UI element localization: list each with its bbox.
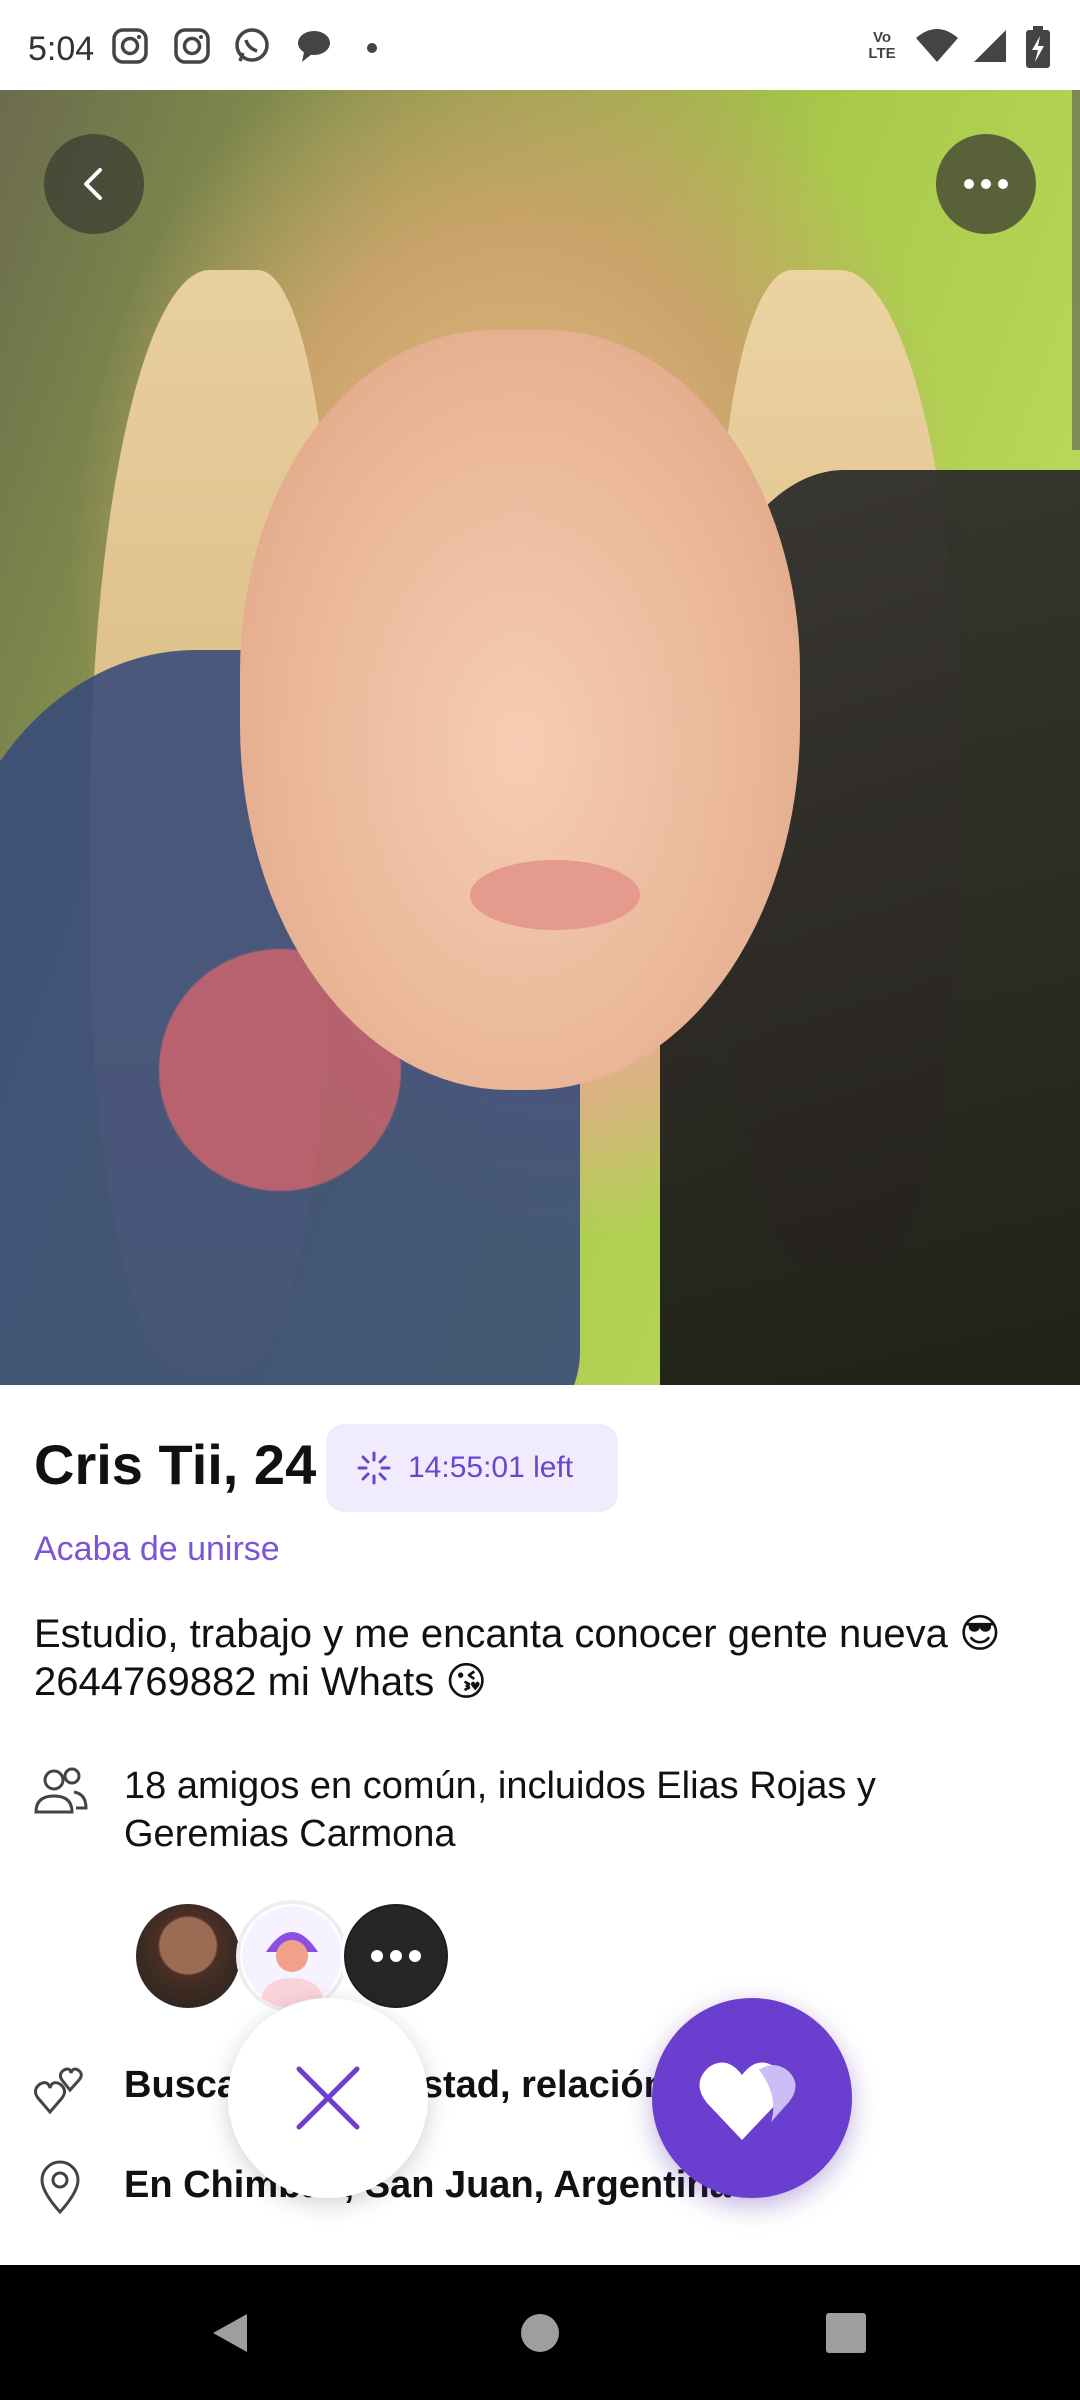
more-dots-icon bbox=[346, 1906, 446, 2006]
instagram-icon bbox=[112, 28, 148, 64]
status-bar: 5:04 Vo LTE bbox=[0, 0, 1080, 90]
bio-line-2: 2644769882 mi Whats 😘 bbox=[34, 1660, 488, 1704]
bio-line-1: Estudio, trabajo y me encanta conocer ge… bbox=[34, 1612, 1001, 1656]
default-avatar-icon bbox=[242, 1906, 342, 2008]
more-friends-button[interactable] bbox=[340, 1900, 452, 2012]
whatsapp-icon bbox=[235, 28, 269, 62]
triangle-back-icon bbox=[213, 2313, 247, 2352]
profile-bio: Estudio, trabajo y me encanta conocer ge… bbox=[34, 1610, 1044, 1706]
system-navigation-bar bbox=[0, 2265, 1080, 2400]
scroll-indicator bbox=[1072, 90, 1080, 450]
location-pin-icon bbox=[40, 2160, 80, 2215]
time-left-text: 14:55:01 left bbox=[408, 1451, 574, 1484]
more-dots-icon bbox=[964, 179, 1008, 189]
dot-icon bbox=[367, 43, 377, 53]
photo-lips bbox=[470, 860, 640, 930]
nav-back-button[interactable] bbox=[160, 2265, 300, 2400]
volte-icon: Vo LTE bbox=[868, 29, 896, 62]
wifi-icon bbox=[916, 29, 958, 62]
hearts-icon bbox=[33, 2067, 83, 2115]
instagram-icon bbox=[174, 28, 210, 64]
status-time: 5:04 bbox=[28, 30, 95, 68]
battery-icon bbox=[1026, 26, 1050, 68]
joined-status: Acaba de unirse bbox=[34, 1530, 280, 1568]
heart-icon bbox=[699, 2062, 796, 2140]
signal-icon bbox=[974, 30, 1006, 62]
friends-icon bbox=[34, 1767, 88, 1814]
chevron-left-icon bbox=[84, 168, 102, 200]
circle-home-icon bbox=[521, 2313, 559, 2352]
location-text: En Chimbas, San Juan, Argentina bbox=[124, 2164, 731, 2206]
square-recents-icon bbox=[826, 2312, 866, 2353]
mutual-friends-text: 18 amigos en común, incluidos Elias Roja… bbox=[124, 1765, 876, 1855]
close-icon bbox=[296, 2066, 360, 2130]
photo-face bbox=[240, 330, 800, 1090]
mutual-friend-avatar[interactable] bbox=[236, 1900, 348, 2012]
mutual-friend-avatar[interactable] bbox=[132, 1900, 244, 2012]
back-button[interactable] bbox=[44, 134, 144, 234]
nav-home-button[interactable] bbox=[470, 2265, 610, 2400]
nav-recents-button[interactable] bbox=[776, 2265, 916, 2400]
loading-spinner-icon bbox=[357, 1451, 391, 1485]
chat-bubble-icon bbox=[298, 31, 330, 62]
like-button[interactable] bbox=[652, 1998, 852, 2198]
profile-photo[interactable] bbox=[0, 90, 1080, 1385]
dislike-button[interactable] bbox=[228, 1998, 428, 2198]
more-options-button[interactable] bbox=[936, 134, 1036, 234]
time-left-badge: 14:55:01 left bbox=[326, 1424, 618, 1512]
profile-name-age: Cris Tii, 24 bbox=[34, 1433, 317, 1496]
